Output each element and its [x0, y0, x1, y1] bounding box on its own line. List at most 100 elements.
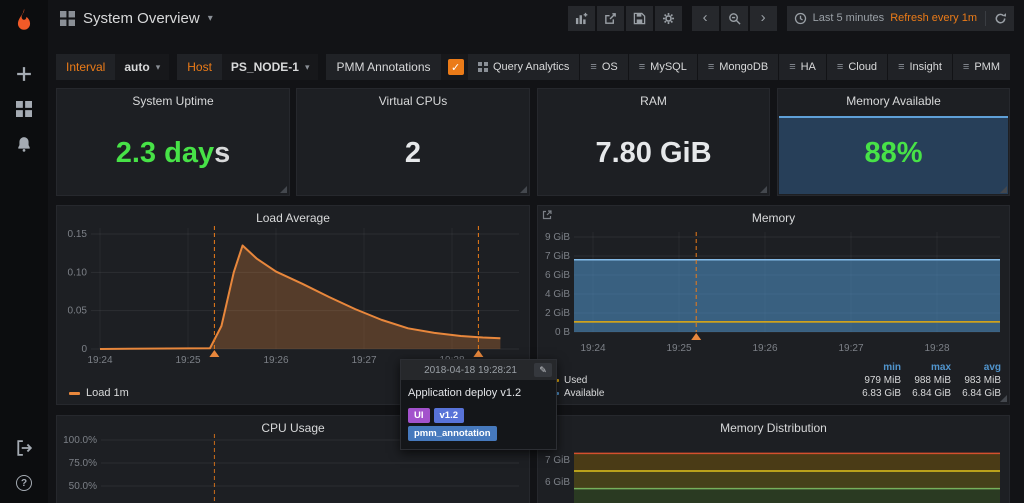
share-icon: [604, 12, 617, 25]
caret-down-icon: ▾: [305, 62, 310, 73]
list-icon: ≡: [590, 61, 596, 73]
panel-title[interactable]: Memory Available: [778, 94, 1009, 108]
link-mongodb[interactable]: ≡MongoDB: [697, 54, 778, 80]
svg-text:0.05: 0.05: [68, 306, 88, 317]
legend-load-1m[interactable]: Load 1m: [86, 387, 129, 399]
caret-down-icon: ▾: [156, 62, 161, 73]
svg-text:7 GiB: 7 GiB: [545, 455, 570, 466]
tooltip-body: Application deploy v1.2 UIv1.2pmm_annota…: [401, 380, 556, 449]
annotation-tag: pmm_annotation: [408, 426, 497, 441]
time-shift-forward-button[interactable]: ›: [750, 6, 777, 31]
dashboard-title[interactable]: System Overview: [83, 10, 200, 27]
dashboards-grid-icon[interactable]: [14, 99, 34, 119]
svg-text:0.15: 0.15: [68, 229, 88, 240]
panel-title[interactable]: Memory Distribution: [538, 421, 1009, 435]
memory-available-value: 88%: [778, 125, 1009, 181]
memory-legend-table: minmaxavgUsed979 MiB988 MiB983 MiBAvaila…: [548, 361, 1001, 400]
navbar-actions: ‹ › Last 5 minutes Refresh every 1m: [566, 6, 1014, 31]
panel-title[interactable]: System Uptime: [57, 94, 289, 108]
edit-annotation-button[interactable]: ✎: [534, 363, 552, 377]
resize-handle[interactable]: [1000, 186, 1007, 193]
sidebar: ?: [0, 0, 48, 503]
link-ha[interactable]: ≡HA: [778, 54, 826, 80]
time-picker-button[interactable]: Last 5 minutes Refresh every 1m: [787, 6, 1014, 31]
svg-text:75.0%: 75.0%: [69, 458, 97, 469]
legend-header[interactable]: avg: [951, 362, 1001, 373]
link-query-analytics[interactable]: Query Analytics: [468, 54, 579, 80]
link-insight[interactable]: ≡Insight: [887, 54, 952, 80]
alerting-bell-icon[interactable]: [14, 134, 34, 154]
interval-value: auto: [124, 60, 149, 74]
chevron-right-icon: ›: [761, 10, 766, 25]
list-icon: ≡: [898, 61, 904, 73]
annotation-tag: UI: [408, 408, 430, 423]
refresh-interval-label[interactable]: Refresh every 1m: [890, 12, 977, 24]
question-mark-icon: ?: [16, 475, 32, 491]
add-panel-button[interactable]: [568, 6, 595, 31]
zoom-out-button[interactable]: [721, 6, 748, 31]
panel-title[interactable]: Virtual CPUs: [297, 94, 529, 108]
dashboard-picker-icon[interactable]: [60, 11, 75, 26]
panel-system-uptime: System Uptime 2.3 days: [56, 88, 290, 196]
checkbox-check-icon: ✓: [448, 59, 464, 75]
svg-text:19:25: 19:25: [175, 355, 200, 366]
svg-text:19:27: 19:27: [351, 355, 376, 366]
settings-button[interactable]: [655, 6, 682, 31]
svg-text:2 GiB: 2 GiB: [545, 308, 570, 319]
panel-title[interactable]: Load Average: [57, 211, 529, 225]
refresh-icon: [994, 12, 1007, 25]
grid-icon: [478, 62, 488, 72]
link-pmm[interactable]: ≡PMM: [952, 54, 1010, 80]
panel-title[interactable]: RAM: [538, 94, 769, 108]
chevron-left-icon: ‹: [703, 10, 708, 25]
help-icon[interactable]: ?: [14, 473, 34, 493]
host-value: PS_NODE-1: [231, 60, 299, 74]
panel-title[interactable]: Memory: [538, 211, 1009, 225]
svg-text:0.10: 0.10: [68, 267, 88, 278]
cpus-value: 2: [297, 125, 529, 181]
legend-series-name[interactable]: Used: [548, 375, 851, 386]
clock-icon: [794, 12, 807, 25]
resize-handle[interactable]: [1000, 395, 1007, 402]
svg-text:6 GiB: 6 GiB: [545, 477, 570, 488]
panel-virtual-cpus: Virtual CPUs 2: [296, 88, 530, 196]
create-plus-icon[interactable]: [14, 64, 34, 84]
link-os[interactable]: ≡OS: [579, 54, 627, 80]
resize-handle[interactable]: [520, 186, 527, 193]
list-icon: ≡: [639, 61, 645, 73]
save-button[interactable]: [626, 6, 653, 31]
grafana-logo-icon[interactable]: [9, 5, 39, 35]
interval-label: Interval: [56, 54, 115, 80]
host-select[interactable]: PS_NODE-1 ▾: [222, 54, 319, 80]
interval-variable: Interval auto ▾: [56, 54, 169, 80]
svg-text:50.0%: 50.0%: [69, 481, 97, 492]
legend-series-name[interactable]: Available: [548, 388, 851, 399]
link-cloud[interactable]: ≡Cloud: [826, 54, 887, 80]
panel-memory: 19:2419:2519:2619:2719:289 GiB7 GiB6 GiB…: [537, 205, 1010, 405]
grafana-dashboard: ? System Overview ▾ ‹: [0, 0, 1024, 503]
list-icon: ≡: [963, 61, 969, 73]
legend-header[interactable]: min: [851, 362, 901, 373]
panel-external-link-icon[interactable]: [542, 210, 552, 220]
dashboard-links-bar: Query Analytics ≡OS ≡MySQL ≡MongoDB ≡HA …: [468, 54, 1010, 80]
legend-header[interactable]: max: [901, 362, 951, 373]
list-icon: ≡: [708, 61, 714, 73]
sign-in-icon[interactable]: [14, 438, 34, 458]
gear-icon: [662, 12, 675, 25]
link-mysql[interactable]: ≡MySQL: [628, 54, 697, 80]
pmm-annotations-checkbox[interactable]: ✓: [441, 54, 471, 80]
resize-handle[interactable]: [280, 186, 287, 193]
interval-select[interactable]: auto ▾: [115, 54, 169, 80]
time-shift-back-button[interactable]: ‹: [692, 6, 719, 31]
svg-text:19:25: 19:25: [666, 343, 691, 354]
share-button[interactable]: [597, 6, 624, 31]
svg-text:7 GiB: 7 GiB: [545, 251, 570, 262]
caret-down-icon[interactable]: ▾: [208, 13, 213, 24]
annotation-text: Application deploy v1.2: [408, 387, 549, 399]
svg-text:19:26: 19:26: [752, 343, 777, 354]
template-variables-bar: Interval auto ▾ Host PS_NODE-1 ▾ PMM Ann…: [56, 54, 471, 80]
resize-handle[interactable]: [760, 186, 767, 193]
pmm-annotations-toggle: PMM Annotations ✓: [326, 54, 470, 80]
svg-text:19:28: 19:28: [924, 343, 949, 354]
divider: [985, 11, 986, 26]
